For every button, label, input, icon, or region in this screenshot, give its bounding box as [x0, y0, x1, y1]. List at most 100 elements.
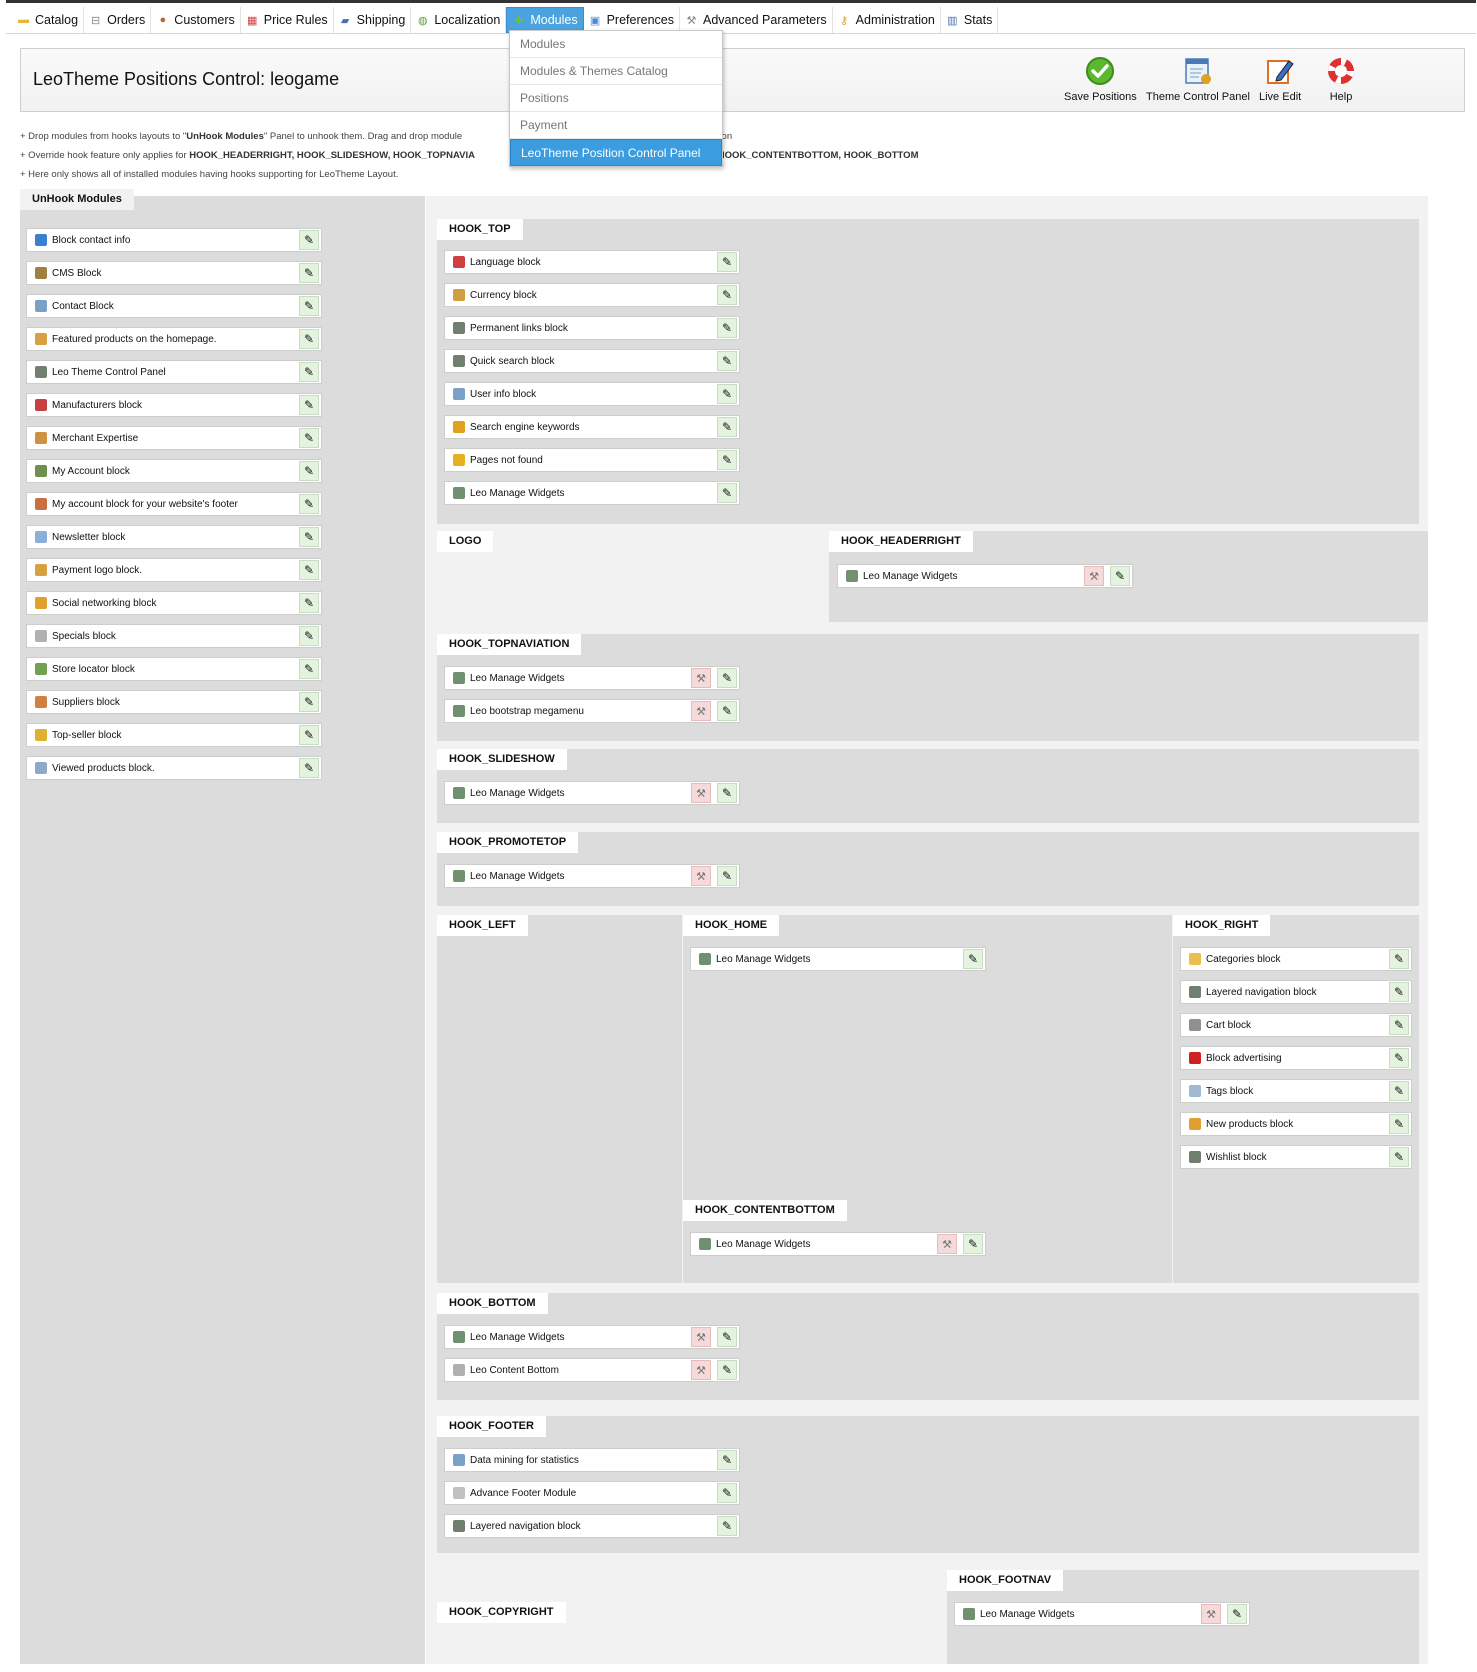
- pencil-icon[interactable]: ✎: [1389, 1048, 1409, 1068]
- module-item[interactable]: Leo Manage Widgets ⚒ ✎: [690, 1232, 986, 1256]
- pencil-icon[interactable]: ✎: [299, 659, 319, 679]
- nav-item-price-rules[interactable]: ▦ Price Rules: [241, 7, 334, 33]
- pencil-icon[interactable]: ✎: [717, 668, 737, 688]
- module-item[interactable]: Layered navigation block ✎: [444, 1514, 740, 1538]
- wrench-icon[interactable]: ⚒: [937, 1234, 957, 1254]
- dropdown-item-leotheme-position-control-panel[interactable]: LeoTheme Position Control Panel: [510, 139, 722, 166]
- help-button[interactable]: Help: [1325, 55, 1357, 103]
- pencil-icon[interactable]: ✎: [299, 593, 319, 613]
- pencil-icon[interactable]: ✎: [717, 1483, 737, 1503]
- dropdown-item-payment[interactable]: Payment: [510, 112, 722, 139]
- nav-item-shipping[interactable]: ▰ Shipping: [334, 7, 412, 33]
- module-item[interactable]: My account block for your website's foot…: [26, 492, 322, 516]
- module-item[interactable]: Tags block ✎: [1180, 1079, 1412, 1103]
- module-item[interactable]: Block advertising ✎: [1180, 1046, 1412, 1070]
- pencil-icon[interactable]: ✎: [1227, 1604, 1247, 1624]
- pencil-icon[interactable]: ✎: [299, 362, 319, 382]
- wrench-icon[interactable]: ⚒: [691, 668, 711, 688]
- pencil-icon[interactable]: ✎: [717, 866, 737, 886]
- pencil-icon[interactable]: ✎: [299, 527, 319, 547]
- nav-item-customers[interactable]: ● Customers: [151, 7, 241, 33]
- module-item[interactable]: Leo Manage Widgets ⚒ ✎: [837, 564, 1133, 588]
- module-item[interactable]: Leo Manage Widgets ⚒ ✎: [444, 666, 740, 690]
- module-item[interactable]: Data mining for statistics ✎: [444, 1448, 740, 1472]
- module-item[interactable]: Featured products on the homepage. ✎: [26, 327, 322, 351]
- module-item[interactable]: Leo Manage Widgets ✎: [690, 947, 986, 971]
- pencil-icon[interactable]: ✎: [299, 428, 319, 448]
- pencil-icon[interactable]: ✎: [299, 758, 319, 778]
- pencil-icon[interactable]: ✎: [717, 285, 737, 305]
- pencil-icon[interactable]: ✎: [1389, 1114, 1409, 1134]
- pencil-icon[interactable]: ✎: [299, 395, 319, 415]
- wrench-icon[interactable]: ⚒: [691, 1327, 711, 1347]
- module-item[interactable]: Pages not found ✎: [444, 448, 740, 472]
- pencil-icon[interactable]: ✎: [717, 783, 737, 803]
- module-item[interactable]: Leo Content Bottom ⚒ ✎: [444, 1358, 740, 1382]
- module-item[interactable]: Currency block ✎: [444, 283, 740, 307]
- pencil-icon[interactable]: ✎: [717, 450, 737, 470]
- wrench-icon[interactable]: ⚒: [691, 1360, 711, 1380]
- live-edit-button[interactable]: Live Edit: [1259, 55, 1301, 103]
- module-item[interactable]: Layered navigation block ✎: [1180, 980, 1412, 1004]
- module-item[interactable]: Search engine keywords ✎: [444, 415, 740, 439]
- pencil-icon[interactable]: ✎: [963, 1234, 983, 1254]
- module-item[interactable]: Block contact info ✎: [26, 228, 322, 252]
- module-item[interactable]: Specials block ✎: [26, 624, 322, 648]
- nav-item-stats[interactable]: ▥ Stats: [941, 7, 999, 33]
- pencil-icon[interactable]: ✎: [299, 263, 319, 283]
- pencil-icon[interactable]: ✎: [299, 296, 319, 316]
- module-item[interactable]: Cart block ✎: [1180, 1013, 1412, 1037]
- pencil-icon[interactable]: ✎: [717, 1327, 737, 1347]
- pencil-icon[interactable]: ✎: [299, 494, 319, 514]
- nav-item-orders[interactable]: ⊟ Orders: [84, 7, 152, 33]
- module-item[interactable]: New products block ✎: [1180, 1112, 1412, 1136]
- module-item[interactable]: Social networking block ✎: [26, 591, 322, 615]
- pencil-icon[interactable]: ✎: [717, 351, 737, 371]
- module-item[interactable]: User info block ✎: [444, 382, 740, 406]
- pencil-icon[interactable]: ✎: [299, 230, 319, 250]
- module-item[interactable]: Leo Theme Control Panel ✎: [26, 360, 322, 384]
- module-item[interactable]: Top-seller block ✎: [26, 723, 322, 747]
- pencil-icon[interactable]: ✎: [717, 252, 737, 272]
- pencil-icon[interactable]: ✎: [299, 626, 319, 646]
- wrench-icon[interactable]: ⚒: [1084, 566, 1104, 586]
- module-item[interactable]: Store locator block ✎: [26, 657, 322, 681]
- wrench-icon[interactable]: ⚒: [691, 701, 711, 721]
- pencil-icon[interactable]: ✎: [717, 1360, 737, 1380]
- dropdown-item-modules[interactable]: Modules: [510, 31, 722, 58]
- pencil-icon[interactable]: ✎: [717, 701, 737, 721]
- pencil-icon[interactable]: ✎: [299, 461, 319, 481]
- module-item[interactable]: Leo Manage Widgets ⚒ ✎: [954, 1602, 1250, 1626]
- nav-item-administration[interactable]: ⚷ Administration: [833, 7, 941, 33]
- pencil-icon[interactable]: ✎: [299, 329, 319, 349]
- module-item[interactable]: Leo Manage Widgets ✎: [444, 481, 740, 505]
- module-item[interactable]: Viewed products block. ✎: [26, 756, 322, 780]
- pencil-icon[interactable]: ✎: [717, 318, 737, 338]
- module-item[interactable]: Merchant Expertise ✎: [26, 426, 322, 450]
- module-item[interactable]: Categories block ✎: [1180, 947, 1412, 971]
- module-item[interactable]: Wishlist block ✎: [1180, 1145, 1412, 1169]
- module-item[interactable]: Advance Footer Module ✎: [444, 1481, 740, 1505]
- nav-item-catalog[interactable]: ▬ Catalog: [12, 7, 85, 33]
- module-item[interactable]: Contact Block ✎: [26, 294, 322, 318]
- wrench-icon[interactable]: ⚒: [691, 783, 711, 803]
- module-item[interactable]: Permanent links block ✎: [444, 316, 740, 340]
- module-item[interactable]: CMS Block ✎: [26, 261, 322, 285]
- pencil-icon[interactable]: ✎: [1389, 1147, 1409, 1167]
- wrench-icon[interactable]: ⚒: [691, 866, 711, 886]
- module-item[interactable]: Payment logo block. ✎: [26, 558, 322, 582]
- module-item[interactable]: My Account block ✎: [26, 459, 322, 483]
- module-item[interactable]: Quick search block ✎: [444, 349, 740, 373]
- wrench-icon[interactable]: ⚒: [1201, 1604, 1221, 1624]
- module-item[interactable]: Leo Manage Widgets ⚒ ✎: [444, 1325, 740, 1349]
- pencil-icon[interactable]: ✎: [717, 1450, 737, 1470]
- pencil-icon[interactable]: ✎: [1389, 982, 1409, 1002]
- nav-item-localization[interactable]: ◍ Localization: [411, 7, 507, 33]
- theme-control-panel-button[interactable]: Theme Control Panel: [1146, 55, 1250, 103]
- pencil-icon[interactable]: ✎: [963, 949, 983, 969]
- pencil-icon[interactable]: ✎: [1389, 949, 1409, 969]
- pencil-icon[interactable]: ✎: [299, 692, 319, 712]
- pencil-icon[interactable]: ✎: [299, 560, 319, 580]
- pencil-icon[interactable]: ✎: [1389, 1015, 1409, 1035]
- module-item[interactable]: Leo Manage Widgets ⚒ ✎: [444, 864, 740, 888]
